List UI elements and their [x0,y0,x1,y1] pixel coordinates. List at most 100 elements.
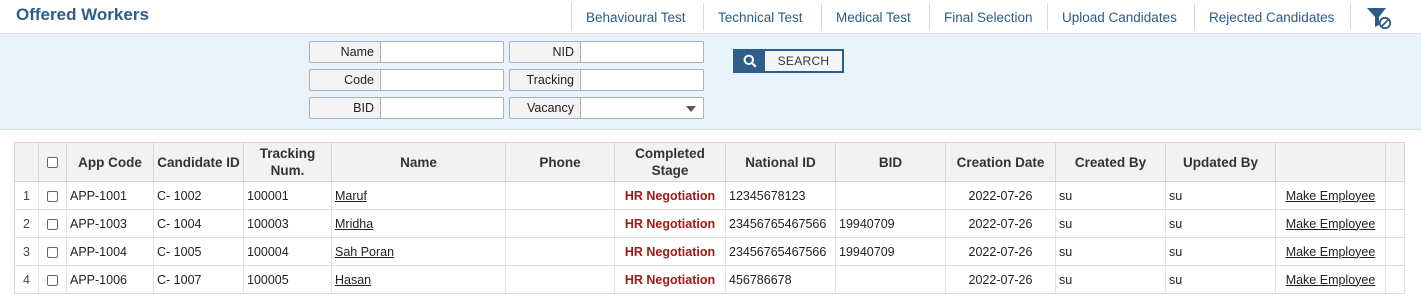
updated-by-cell: su [1165,181,1276,210]
updated-by-cell: su [1165,209,1276,238]
created-by-cell: su [1055,209,1166,238]
gutter-cell [1385,237,1405,266]
nav-upload-candidates[interactable]: Upload Candidates [1047,3,1191,31]
gutter-cell [1385,209,1405,238]
code-input[interactable] [381,69,504,91]
tracking-cell: 100001 [243,181,332,210]
tracking-cell: 100004 [243,237,332,266]
vacancy-label: Vacancy [509,97,581,119]
phone-cell [505,209,615,238]
row-checkbox[interactable] [47,218,58,230]
action-cell: Make Employee [1275,209,1386,238]
candidate-id-cell: C- 1004 [153,209,244,238]
creation-date-cell: 2022-07-26 [945,181,1056,210]
candidate-name-link[interactable]: Mridha [335,217,373,231]
col-national-id[interactable]: National ID [725,142,836,182]
chevron-down-icon [686,106,696,112]
col-updated-by[interactable]: Updated By [1165,142,1276,182]
row-checkbox[interactable] [47,246,58,258]
stage-cell: HR Negotiation [614,265,726,294]
created-by-cell: su [1055,265,1166,294]
nav-rejected-candidates[interactable]: Rejected Candidates [1194,3,1348,31]
top-bar: Offered Workers Behavioural Test Technic… [0,0,1421,34]
action-cell: Make Employee [1275,181,1386,210]
row-select-cell [38,237,67,266]
bid-label: BID [309,97,381,119]
name-cell: Maruf [331,181,506,210]
nav-divider [1350,4,1351,30]
select-all-checkbox[interactable] [47,157,58,169]
nid-input[interactable] [581,41,704,63]
col-tracking-num[interactable]: Tracking Num. [243,142,332,182]
stage-cell: HR Negotiation [614,209,726,238]
national-id-cell: 456786678 [725,265,836,294]
candidate-id-cell: C- 1007 [153,265,244,294]
search-icon [735,51,765,71]
tracking-cell: 100005 [243,265,332,294]
created-by-cell: su [1055,181,1166,210]
creation-date-cell: 2022-07-26 [945,265,1056,294]
candidate-name-link[interactable]: Maruf [335,189,367,203]
candidate-id-cell: C- 1002 [153,181,244,210]
col-completed-stage[interactable]: Completed Stage [614,142,726,182]
phone-cell [505,181,615,210]
row-checkbox[interactable] [47,274,58,286]
col-row-number [14,142,39,182]
candidate-name-link[interactable]: Sah Poran [335,245,394,259]
table-row[interactable]: 4 APP-1006 C- 1007 100005 Hasan HR Negot… [14,265,1405,294]
phone-cell [505,237,615,266]
col-created-by[interactable]: Created By [1055,142,1166,182]
table-header-row: App Code Candidate ID Tracking Num. Name… [14,142,1405,182]
bid-cell [835,181,946,210]
nav-technical-test[interactable]: Technical Test [703,3,817,31]
col-app-code[interactable]: App Code [66,142,154,182]
col-phone[interactable]: Phone [505,142,615,182]
bid-input[interactable] [381,97,504,119]
app-code-cell: APP-1001 [66,181,154,210]
table-row[interactable]: 3 APP-1004 C- 1005 100004 Sah Poran HR N… [14,237,1405,266]
creation-date-cell: 2022-07-26 [945,237,1056,266]
col-creation-date[interactable]: Creation Date [945,142,1056,182]
col-scroll-gutter [1385,142,1405,182]
make-employee-link[interactable]: Make Employee [1286,273,1376,287]
national-id-cell: 23456765467566 [725,209,836,238]
nav-medical-test[interactable]: Medical Test [821,3,925,31]
row-number: 3 [14,237,39,266]
search-button[interactable]: SEARCH [733,49,844,73]
name-cell: Hasan [331,265,506,294]
table-row[interactable]: 1 APP-1001 C- 1002 100001 Maruf HR Negot… [14,181,1405,210]
tracking-input[interactable] [581,69,704,91]
row-number: 4 [14,265,39,294]
name-input[interactable] [381,41,504,63]
page-title: Offered Workers [16,5,149,24]
updated-by-cell: su [1165,265,1276,294]
tracking-cell: 100003 [243,209,332,238]
make-employee-link[interactable]: Make Employee [1286,189,1376,203]
col-select-all [38,142,67,182]
row-select-cell [38,181,67,210]
row-checkbox[interactable] [47,190,58,202]
table-row[interactable]: 2 APP-1003 C- 1004 100003 Mridha HR Nego… [14,209,1405,238]
search-panel: Name NID Code Tracking BID Vacancy SEARC… [0,34,1421,130]
col-bid[interactable]: BID [835,142,946,182]
national-id-cell: 12345678123 [725,181,836,210]
candidate-id-cell: C- 1005 [153,237,244,266]
filter-clear-icon[interactable] [1366,6,1392,30]
candidate-name-link[interactable]: Hasan [335,273,371,287]
vacancy-select[interactable] [581,97,704,119]
bid-cell: 19940709 [835,209,946,238]
phone-cell [505,265,615,294]
make-employee-link[interactable]: Make Employee [1286,245,1376,259]
national-id-cell: 23456765467566 [725,237,836,266]
name-label: Name [309,41,381,63]
bid-cell [835,265,946,294]
col-name[interactable]: Name [331,142,506,182]
col-candidate-id[interactable]: Candidate ID [153,142,244,182]
row-number: 1 [14,181,39,210]
app-code-cell: APP-1006 [66,265,154,294]
nav-final-selection[interactable]: Final Selection [929,3,1047,31]
make-employee-link[interactable]: Make Employee [1286,217,1376,231]
nav-behavioural-test[interactable]: Behavioural Test [571,3,700,31]
code-label: Code [309,69,381,91]
stage-cell: HR Negotiation [614,181,726,210]
